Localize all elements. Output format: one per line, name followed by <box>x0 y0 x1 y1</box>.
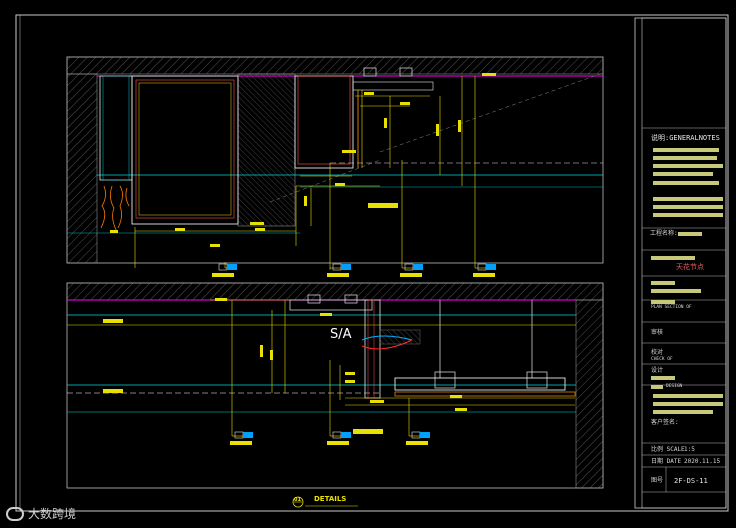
detail-caption-title: DETAILS <box>314 495 347 503</box>
design-notes-3 <box>653 410 713 414</box>
drawing-name: 天花节点 <box>676 263 704 271</box>
project-name-value <box>678 232 702 236</box>
upper-detail <box>66 56 604 270</box>
general-notes-title: 说明:GENERALNOTES <box>651 134 720 142</box>
drawing-number-value: 2F-DS-11 <box>674 477 708 485</box>
upper-callouts <box>212 263 496 277</box>
notes-line-7 <box>653 205 723 209</box>
date-value: 2020.11.15 <box>684 458 721 465</box>
design-code-bar <box>651 385 663 389</box>
notes-line-4 <box>653 172 713 176</box>
section-symbol-label: S/A <box>330 327 352 342</box>
design-notes-1 <box>653 394 723 398</box>
plan-bar-2 <box>651 289 701 293</box>
check-label: 校对 <box>651 349 664 356</box>
check-sub-label: CHECK OF <box>651 357 673 362</box>
watermark-logo-icon <box>6 506 24 521</box>
notes-line-8 <box>653 213 723 217</box>
date-label: 日期 DATE <box>651 458 682 465</box>
notes-line-5 <box>653 181 719 185</box>
design-label: 设计 <box>651 367 664 374</box>
cad-drawing <box>15 14 729 512</box>
watermark-text: 大数跨境 <box>28 507 77 521</box>
watermark: 大数跨境 <box>6 505 76 522</box>
design-code: DESIGN <box>666 384 683 389</box>
notes-line-3 <box>653 164 723 168</box>
scale-label: 比例 SCALE <box>651 446 685 453</box>
scale-value: 1:5 <box>684 446 695 453</box>
plan-bar-1 <box>651 281 675 285</box>
drawing-number-label: 图号 <box>651 477 664 484</box>
plan-section-label: PLAN SECTION OF <box>651 305 692 310</box>
notes-line-2 <box>653 156 717 160</box>
lower-detail <box>66 282 604 489</box>
project-name-label: 工程名称: <box>650 230 678 237</box>
detail-caption-number: 01 <box>294 497 301 503</box>
client-signature-label: 客户签名: <box>651 419 679 426</box>
notes-line-1 <box>653 148 719 152</box>
design-notes-2 <box>653 402 723 406</box>
design-bar <box>651 376 675 380</box>
review-label: 审核 <box>651 329 664 336</box>
drawing-name-bar <box>651 256 695 260</box>
notes-line-6 <box>653 197 723 201</box>
plan-bar-3 <box>651 300 675 304</box>
